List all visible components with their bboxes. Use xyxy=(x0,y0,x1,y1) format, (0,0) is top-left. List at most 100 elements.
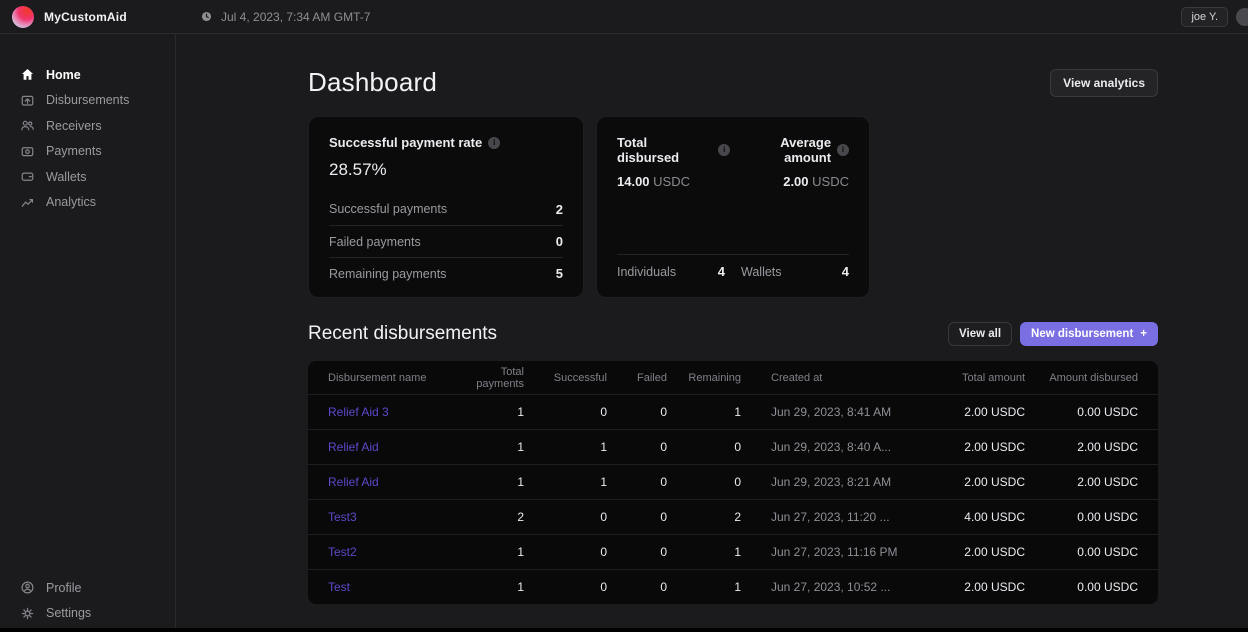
plus-icon: + xyxy=(1140,328,1147,340)
table-row: Test 1 0 0 1 Jun 27, 2023, 10:52 ... 2.0… xyxy=(308,569,1158,604)
cell-amount-disbursed: 0.00 USDC xyxy=(1025,405,1138,419)
cell-remaining: 1 xyxy=(667,545,741,559)
cell-successful: 1 xyxy=(524,440,607,454)
cell-failed: 0 xyxy=(607,440,667,454)
payment-rate-card: Successful payment rate i 28.57% Success… xyxy=(308,116,584,298)
cell-amount-disbursed: 0.00 USDC xyxy=(1025,545,1138,559)
card-title: Total disbursed xyxy=(617,135,712,165)
col-header-name: Disbursement name xyxy=(328,372,458,384)
disbursement-link[interactable]: Test2 xyxy=(328,545,458,559)
card-title: Successful payment rate xyxy=(329,135,482,150)
sidebar-item-label: Receivers xyxy=(46,119,102,133)
table-row: Relief Aid 1 1 0 0 Jun 29, 2023, 8:21 AM… xyxy=(308,464,1158,499)
stat-value: 4 xyxy=(842,264,849,279)
sidebar-item-home[interactable]: Home xyxy=(0,62,175,88)
cell-total-amount: 2.00 USDC xyxy=(911,405,1025,419)
cell-remaining: 2 xyxy=(667,510,741,524)
sidebar-item-disbursements[interactable]: Disbursements xyxy=(0,88,175,114)
info-icon[interactable]: i xyxy=(488,137,500,149)
sidebar-item-label: Profile xyxy=(46,581,81,595)
stat-value: 5 xyxy=(556,266,563,281)
table-row: Relief Aid 1 1 0 0 Jun 29, 2023, 8:40 A.… xyxy=(308,429,1158,464)
sidebar-item-analytics[interactable]: Analytics xyxy=(0,190,175,216)
analytics-icon xyxy=(20,195,35,210)
stat-row-remaining: Remaining payments 5 xyxy=(329,257,563,289)
view-all-button[interactable]: View all xyxy=(948,322,1012,346)
brand[interactable]: MyCustomAid xyxy=(12,6,176,28)
disbursement-link[interactable]: Test xyxy=(328,580,458,594)
cell-successful: 0 xyxy=(524,545,607,559)
table-row: Relief Aid 3 1 0 0 1 Jun 29, 2023, 8:41 … xyxy=(308,394,1158,429)
disbursement-link[interactable]: Relief Aid 3 xyxy=(328,405,458,419)
sidebar-item-settings[interactable]: Settings xyxy=(0,601,175,627)
app-name: MyCustomAid xyxy=(44,10,127,24)
stat-value: 4 xyxy=(718,264,725,279)
total-disbursed-block: Total disbursed i 14.00 USDC xyxy=(617,135,730,189)
cell-amount-disbursed: 2.00 USDC xyxy=(1025,440,1138,454)
col-header-total-payments: Total payments xyxy=(458,366,524,390)
recent-disbursements-title: Recent disbursements xyxy=(308,323,497,345)
totals-card: Total disbursed i 14.00 USDC A xyxy=(596,116,870,298)
sidebar-item-profile[interactable]: Profile xyxy=(0,575,175,601)
sidebar-item-receivers[interactable]: Receivers xyxy=(0,113,175,139)
col-header-total-amount: Total amount xyxy=(911,372,1025,384)
cell-remaining: 0 xyxy=(667,475,741,489)
stat-label: Successful payments xyxy=(329,202,447,216)
average-amount-value: 2.00 xyxy=(783,174,808,189)
col-header-failed: Failed xyxy=(607,372,667,384)
cell-amount-disbursed: 0.00 USDC xyxy=(1025,580,1138,594)
main-content: Dashboard View analytics Successful paym… xyxy=(176,34,1248,628)
col-header-created-at: Created at xyxy=(741,372,911,384)
cell-total-amount: 4.00 USDC xyxy=(911,510,1025,524)
disbursements-icon xyxy=(20,93,35,108)
avatar[interactable] xyxy=(1236,8,1248,26)
info-icon[interactable]: i xyxy=(718,144,730,156)
cell-total-payments: 2 xyxy=(458,510,524,524)
disbursement-link[interactable]: Relief Aid xyxy=(328,475,458,489)
home-icon xyxy=(20,67,35,82)
sidebar-item-payments[interactable]: Payments xyxy=(0,139,175,165)
new-disbursement-button[interactable]: New disbursement + xyxy=(1020,322,1158,346)
cell-failed: 0 xyxy=(607,475,667,489)
sidebar-item-label: Disbursements xyxy=(46,93,129,107)
currency-label: USDC xyxy=(812,174,849,189)
disbursement-link[interactable]: Test3 xyxy=(328,510,458,524)
cell-remaining: 1 xyxy=(667,580,741,594)
sidebar-item-wallets[interactable]: Wallets xyxy=(0,164,175,190)
info-icon[interactable]: i xyxy=(837,144,849,156)
cell-created-at: Jun 27, 2023, 10:52 ... xyxy=(741,580,911,594)
stat-label: Failed payments xyxy=(329,235,421,249)
cell-created-at: Jun 29, 2023, 8:40 A... xyxy=(741,440,911,454)
gear-icon xyxy=(20,606,35,621)
cell-remaining: 1 xyxy=(667,405,741,419)
average-amount-block: Average amount i 2.00 USDC xyxy=(730,135,849,189)
stat-label: Individuals xyxy=(617,265,676,279)
cell-failed: 0 xyxy=(607,405,667,419)
receivers-icon xyxy=(20,118,35,133)
user-menu-button[interactable]: joe Y. xyxy=(1181,7,1228,27)
app-logo-icon xyxy=(12,6,34,28)
view-analytics-button[interactable]: View analytics xyxy=(1050,69,1158,97)
payment-stats: Successful payments 2 Failed payments 0 … xyxy=(329,193,563,289)
topbar: MyCustomAid Jul 4, 2023, 7:34 AM GMT-7 j… xyxy=(0,0,1248,34)
wallets-pair: Wallets 4 xyxy=(741,264,849,279)
sidebar-footer: Profile Settings xyxy=(0,575,175,628)
sidebar-item-label: Analytics xyxy=(46,195,96,209)
topbar-datetime: Jul 4, 2023, 7:34 AM GMT-7 xyxy=(200,10,370,24)
table-row: Test3 2 0 0 2 Jun 27, 2023, 11:20 ... 4.… xyxy=(308,499,1158,534)
stat-value: 0 xyxy=(556,234,563,249)
card-title: Average amount xyxy=(730,135,831,165)
cell-failed: 0 xyxy=(607,580,667,594)
cell-total-amount: 2.00 USDC xyxy=(911,475,1025,489)
cell-amount-disbursed: 0.00 USDC xyxy=(1025,510,1138,524)
cell-successful: 0 xyxy=(524,510,607,524)
totals-footer: Individuals 4 Wallets 4 xyxy=(617,254,849,279)
cell-created-at: Jun 29, 2023, 8:21 AM xyxy=(741,475,911,489)
stat-row-failed: Failed payments 0 xyxy=(329,225,563,257)
stat-value: 2 xyxy=(556,202,563,217)
datetime-label: Jul 4, 2023, 7:34 AM GMT-7 xyxy=(221,10,370,24)
sidebar-item-label: Wallets xyxy=(46,170,87,184)
cell-total-amount: 2.00 USDC xyxy=(911,545,1025,559)
disbursement-link[interactable]: Relief Aid xyxy=(328,440,458,454)
col-header-remaining: Remaining xyxy=(667,372,741,384)
